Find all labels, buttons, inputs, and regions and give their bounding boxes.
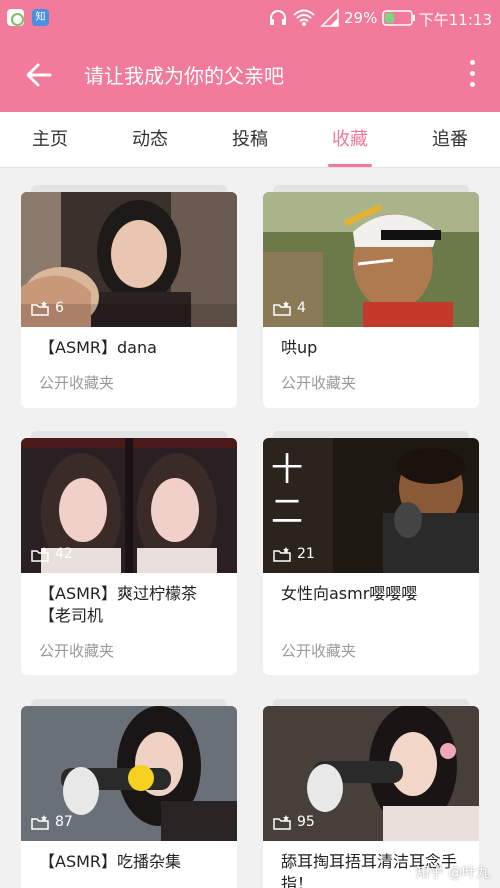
folder-visibility: 公开收藏夹 xyxy=(281,374,357,392)
battery-icon xyxy=(382,10,415,26)
folder-name: 【ASMR】dana xyxy=(39,338,157,357)
folder-count: 6 xyxy=(31,300,64,316)
folder-count: 87 xyxy=(31,814,73,830)
folder-star-icon xyxy=(31,815,49,830)
folder-star-icon xyxy=(273,301,291,316)
signal-icon xyxy=(320,8,339,27)
headphones-icon xyxy=(270,10,286,25)
folder-star-icon xyxy=(273,547,291,562)
status-bar: 知 29% 下午11:13 xyxy=(0,0,500,36)
battery-percent: 29% xyxy=(344,9,378,27)
back-arrow-icon[interactable] xyxy=(22,58,56,92)
tab-home[interactable]: 主页 xyxy=(0,112,100,167)
app-bar: 请让我成为你的父亲吧 xyxy=(0,36,500,112)
folder-card[interactable]: 87 【ASMR】吃播杂集 xyxy=(21,699,237,888)
tab-bangumi[interactable]: 追番 xyxy=(400,112,500,167)
folder-visibility: 公开收藏夹 xyxy=(39,374,115,392)
clock: 下午11:13 xyxy=(418,11,492,29)
tab-favorites[interactable]: 收藏 xyxy=(300,112,400,167)
wifi-icon xyxy=(293,9,315,26)
zhihu-notification-icon: 知 xyxy=(32,9,49,26)
folder-card[interactable]: 95 舔耳掏耳捂耳清洁耳念手指！ xyxy=(263,699,479,888)
folder-star-icon xyxy=(273,815,291,830)
folder-count: 21 xyxy=(273,546,315,562)
folder-card[interactable]: 42 【ASMR】爽过柠檬茶【老司机 公开收藏夹 xyxy=(21,431,237,675)
wechat-notification-icon xyxy=(7,9,24,26)
folder-count: 95 xyxy=(273,814,315,830)
folder-count: 42 xyxy=(31,546,73,562)
svg-text:十: 十 xyxy=(271,450,303,488)
folder-card[interactable]: 4 哄up 公开收藏夹 xyxy=(263,185,479,408)
folder-name: 女性向asmr嘤嘤嘤 xyxy=(281,584,418,603)
page-title: 请让我成为你的父亲吧 xyxy=(84,64,284,88)
profile-tabs: 主页 动态 投稿 收藏 追番 xyxy=(0,112,500,168)
folder-name: 【ASMR】爽过柠檬茶【老司机 xyxy=(39,584,198,625)
folder-card[interactable]: 十 二 21 女性向asmr嘤嘤嘤 公开收藏夹 xyxy=(263,431,479,675)
folder-name: 哄up xyxy=(281,338,318,357)
watermark: 知乎 @叶九 xyxy=(415,865,490,881)
folder-name: 【ASMR】吃播杂集 xyxy=(39,852,182,871)
svg-text:二: 二 xyxy=(271,492,303,530)
folder-count: 4 xyxy=(273,300,306,316)
folder-visibility: 公开收藏夹 xyxy=(281,642,357,660)
tab-activity[interactable]: 动态 xyxy=(100,112,200,167)
folder-card[interactable]: 6 【ASMR】dana 公开收藏夹 xyxy=(21,185,237,408)
favorites-grid: 6 【ASMR】dana 公开收藏夹 4 哄up 公开收藏夹 42 【ASMR】… xyxy=(0,168,500,888)
more-options-icon[interactable] xyxy=(468,60,476,90)
folder-visibility: 公开收藏夹 xyxy=(39,642,115,660)
folder-star-icon xyxy=(31,301,49,316)
folder-star-icon xyxy=(31,547,49,562)
tab-uploads[interactable]: 投稿 xyxy=(200,112,300,167)
